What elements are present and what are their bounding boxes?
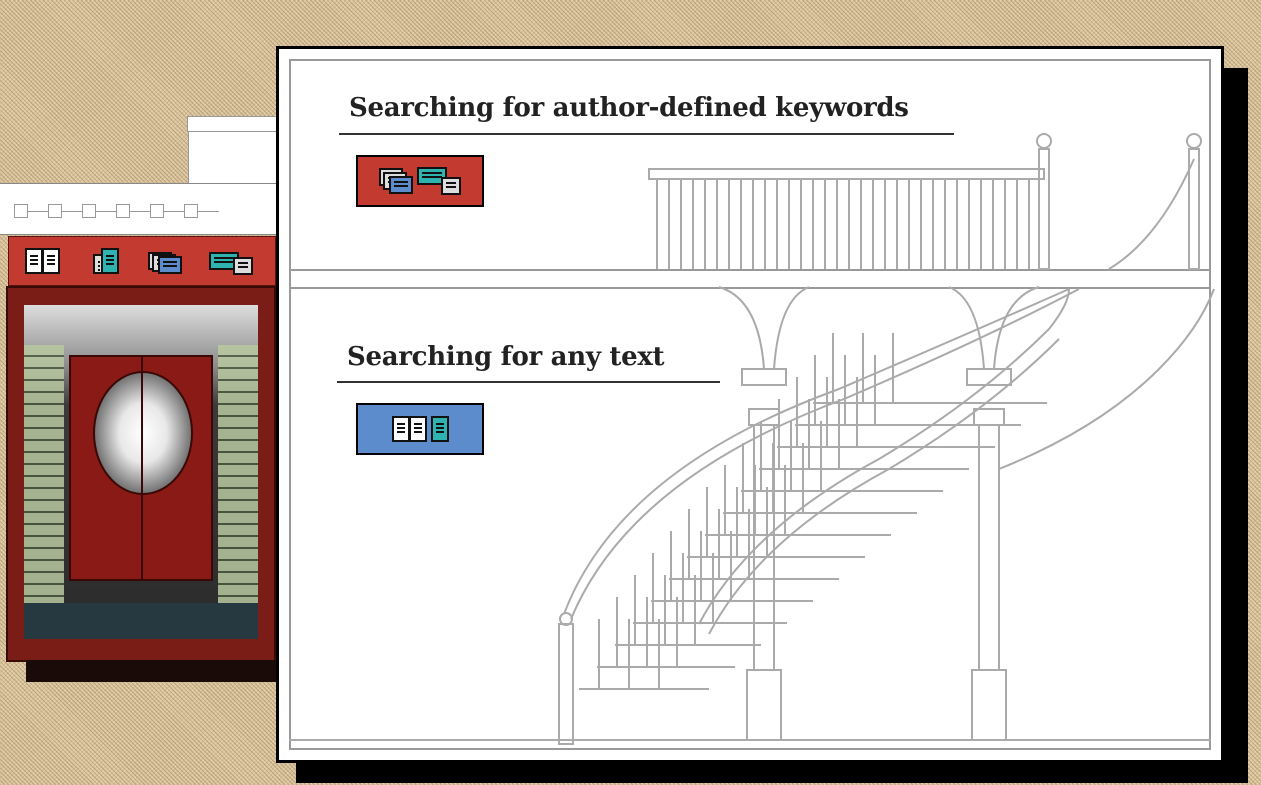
keywords-heading: Searching for author-defined keywords — [349, 93, 909, 123]
keyword-search-button[interactable] — [356, 155, 484, 207]
text-search-button[interactable] — [356, 403, 484, 455]
text-underline — [337, 381, 720, 383]
text-heading: Searching for any text — [347, 342, 665, 372]
card-stack-icon — [379, 168, 413, 194]
book-icon — [391, 416, 427, 442]
frieze-decoration — [0, 183, 278, 235]
navigation-toolbar — [8, 236, 276, 286]
page-icon — [430, 416, 449, 442]
door-shadow — [26, 660, 276, 682]
page-icon[interactable] — [83, 245, 129, 277]
keywords-underline — [339, 133, 954, 135]
search-help-panel: Searching for author-defined keywords Se… — [276, 46, 1224, 763]
card-icon[interactable] — [201, 245, 261, 277]
card-icon — [417, 167, 461, 195]
door-photo — [24, 305, 258, 639]
card-stack-icon[interactable] — [137, 245, 193, 277]
book-icon[interactable] — [19, 245, 65, 277]
